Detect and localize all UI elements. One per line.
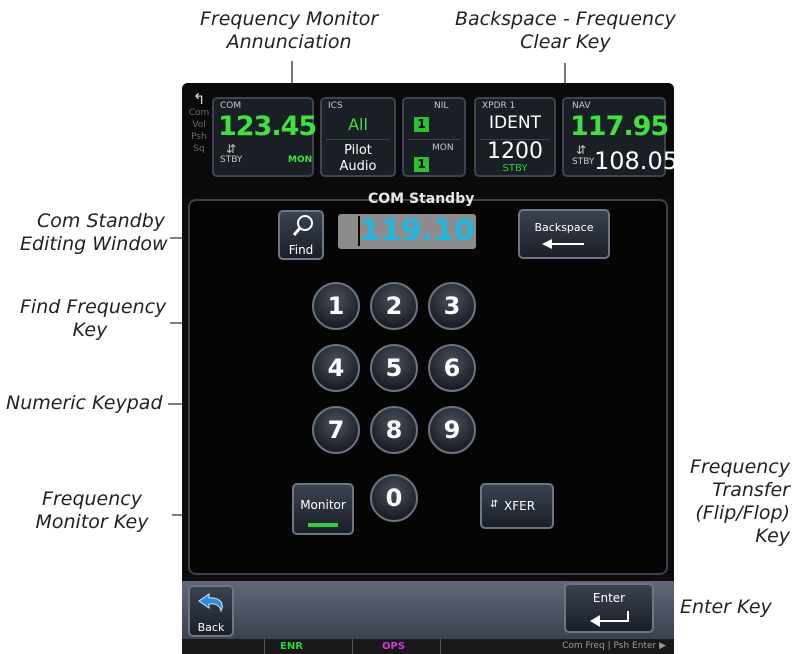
xfer-button[interactable]: ⇵ XFER bbox=[480, 483, 554, 529]
ics-tile[interactable]: ICS All Pilot Audio bbox=[320, 97, 396, 177]
backspace-arrow-icon bbox=[542, 239, 584, 249]
mon-label: MON bbox=[432, 143, 454, 153]
standby-frequency-value: 119.10 bbox=[360, 213, 475, 247]
status-divider-3 bbox=[440, 639, 441, 654]
callout-find-frequency-key: Find Frequency Key bbox=[20, 296, 167, 341]
monitor-button[interactable]: Monitor bbox=[292, 483, 354, 535]
com-stby-label: STBY bbox=[220, 155, 243, 165]
callout-frequency-monitor-key: Frequency Monitor Key bbox=[35, 488, 149, 533]
backspace-button[interactable]: Backspace bbox=[518, 209, 610, 259]
com-active-frequency: 123.45 bbox=[218, 111, 317, 142]
nav-swap-arrow-icon: ⇵ bbox=[576, 143, 587, 157]
key-1[interactable]: 1 bbox=[312, 282, 360, 330]
callout-enter-key: Enter Key bbox=[680, 596, 772, 618]
nil-value: 1 bbox=[414, 117, 429, 132]
enter-button[interactable]: Enter bbox=[564, 583, 654, 633]
nil-divider bbox=[408, 139, 460, 140]
nil-tile[interactable]: NIL 1 MON 1 bbox=[402, 97, 466, 177]
knob-hint: Com Freq | Psh Enter ▶ bbox=[562, 641, 666, 651]
nav-label: NAV bbox=[572, 101, 591, 111]
xpdr-mode: IDENT bbox=[489, 113, 541, 133]
key-4-label: 4 bbox=[327, 354, 345, 382]
com-monitor-annunciation: MON bbox=[288, 155, 313, 165]
nil-label: NIL bbox=[434, 101, 449, 111]
key-6-label: 6 bbox=[443, 354, 461, 382]
back-button[interactable]: Back bbox=[188, 585, 234, 637]
key-8-label: 8 bbox=[385, 416, 403, 444]
enr-status: ENR bbox=[280, 641, 303, 652]
ics-pilot: Pilot bbox=[344, 143, 372, 158]
swap-arrows-icon: ⇵ bbox=[490, 499, 499, 510]
status-divider-1 bbox=[264, 639, 265, 654]
radio-status-bar: ↰ Com Vol Psh Sq COM 123.45 ⇵ STBY MON I… bbox=[182, 83, 674, 197]
key-5[interactable]: 5 bbox=[370, 344, 418, 392]
ops-status: OPS bbox=[382, 641, 406, 652]
key-2-label: 2 bbox=[385, 292, 403, 320]
enter-arrow-icon bbox=[590, 611, 629, 627]
com-standby-title: COM Standby bbox=[368, 191, 475, 207]
transponder-tile[interactable]: XPDR 1 IDENT 1200 STBY bbox=[474, 97, 556, 177]
mon-value: 1 bbox=[414, 157, 429, 172]
enter-label: Enter bbox=[592, 591, 626, 605]
key-3[interactable]: 3 bbox=[428, 282, 476, 330]
nav-active-frequency: 117.95 bbox=[570, 111, 669, 142]
key-5-label: 5 bbox=[385, 354, 403, 382]
key-3-label: 3 bbox=[443, 292, 461, 320]
ics-audio: Audio bbox=[339, 159, 377, 174]
key-9[interactable]: 9 bbox=[428, 406, 476, 454]
xfer-label: XFER bbox=[504, 499, 536, 513]
key-0-label: 0 bbox=[385, 484, 403, 512]
key-6[interactable]: 6 bbox=[428, 344, 476, 392]
status-divider-2 bbox=[352, 639, 353, 654]
find-button[interactable]: Find bbox=[278, 210, 324, 260]
callout-frequency-monitor-annunciation: Frequency Monitor Annunciation bbox=[200, 8, 379, 53]
key-8[interactable]: 8 bbox=[370, 406, 418, 454]
magnifier-icon bbox=[292, 215, 313, 236]
key-9-label: 9 bbox=[443, 416, 461, 444]
monitor-active-indicator bbox=[308, 523, 338, 527]
com-label: COM bbox=[220, 101, 242, 111]
touchscreen-controller: ↰ Com Vol Psh Sq COM 123.45 ⇵ STBY MON I… bbox=[182, 83, 674, 654]
xpdr-label: XPDR 1 bbox=[482, 101, 516, 111]
callout-numeric-keypad: Numeric Keypad bbox=[6, 392, 163, 414]
back-label: Back bbox=[197, 621, 225, 634]
ics-divider bbox=[326, 139, 390, 140]
backspace-label: Backspace bbox=[534, 221, 594, 234]
bottom-button-bar: Back Enter bbox=[182, 581, 674, 639]
key-0[interactable]: 0 bbox=[370, 474, 418, 522]
callout-backspace-clear-key: Backspace - Frequency Clear Key bbox=[455, 8, 676, 53]
callout-frequency-transfer-key: Frequency Transfer (Flip/Flop) Key bbox=[690, 456, 790, 547]
key-7-label: 7 bbox=[327, 416, 345, 444]
ics-value: All bbox=[348, 115, 368, 134]
com-tile[interactable]: COM 123.45 ⇵ STBY MON bbox=[190, 97, 317, 177]
nav-stby-label: STBY bbox=[572, 157, 595, 167]
xpdr-code: 1200 bbox=[487, 139, 543, 164]
find-label: Find bbox=[288, 243, 314, 257]
key-7[interactable]: 7 bbox=[312, 406, 360, 454]
monitor-label: Monitor bbox=[300, 498, 346, 512]
status-bar: ENR OPS Com Freq | Psh Enter ▶ bbox=[182, 639, 674, 654]
key-4[interactable]: 4 bbox=[312, 344, 360, 392]
key-2[interactable]: 2 bbox=[370, 282, 418, 330]
key-1-label: 1 bbox=[327, 292, 345, 320]
nav-standby-frequency: 108.05 bbox=[594, 147, 674, 175]
nav-tile[interactable]: NAV 117.95 ⇵ STBY 108.05 bbox=[562, 97, 674, 177]
xpdr-status: STBY bbox=[502, 163, 528, 174]
ics-label: ICS bbox=[328, 101, 343, 111]
back-arrow-icon bbox=[198, 593, 223, 613]
callout-com-standby-editing-window: Com Standby Editing Window bbox=[20, 210, 168, 255]
swap-arrow-icon: ⇵ bbox=[226, 142, 237, 156]
